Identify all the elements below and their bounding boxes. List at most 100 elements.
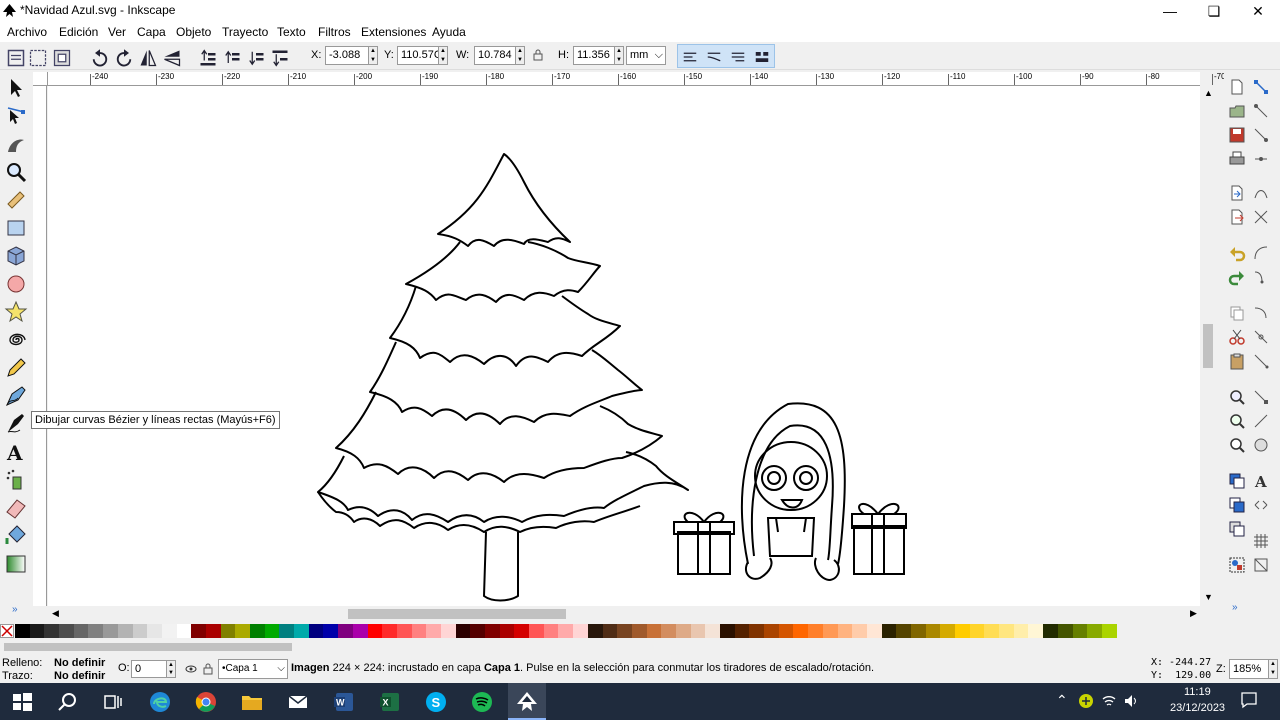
x-field[interactable]: -3.088 bbox=[325, 46, 369, 65]
windows-start-icon[interactable] bbox=[10, 690, 34, 714]
scale-corners-icon[interactable] bbox=[704, 47, 724, 67]
opacity-field[interactable]: 0 bbox=[131, 660, 167, 678]
color-swatch[interactable] bbox=[822, 624, 838, 638]
color-swatch[interactable] bbox=[411, 624, 427, 638]
color-swatch[interactable] bbox=[734, 624, 750, 638]
color-swatch[interactable] bbox=[396, 624, 412, 638]
spotify-icon[interactable] bbox=[470, 690, 494, 714]
raise-to-top-icon[interactable] bbox=[198, 48, 218, 68]
color-swatch[interactable] bbox=[720, 624, 735, 638]
scroll-right-icon[interactable]: ▶ bbox=[1190, 608, 1197, 619]
snap-grid-icon[interactable] bbox=[1252, 388, 1270, 406]
lock-icon[interactable] bbox=[533, 49, 543, 61]
color-swatch[interactable] bbox=[470, 624, 485, 638]
3d-box-tool-icon[interactable] bbox=[4, 244, 28, 268]
pencil-tool-icon[interactable] bbox=[4, 356, 28, 380]
snap-intersections-icon[interactable] bbox=[1252, 208, 1270, 226]
color-swatch[interactable] bbox=[220, 624, 236, 638]
opacity-stepper[interactable]: ▲ ▼ bbox=[166, 660, 176, 678]
search-icon[interactable] bbox=[56, 690, 80, 714]
color-swatch[interactable] bbox=[587, 624, 603, 638]
color-swatch[interactable] bbox=[485, 624, 500, 638]
color-swatch[interactable] bbox=[749, 624, 765, 638]
redo-icon[interactable] bbox=[1228, 268, 1246, 286]
color-swatch[interactable] bbox=[852, 624, 867, 638]
open-icon[interactable] bbox=[1228, 102, 1246, 120]
copy-icon[interactable] bbox=[1228, 304, 1246, 322]
color-swatch[interactable] bbox=[1087, 624, 1102, 638]
menu-filtros[interactable]: Filtros bbox=[318, 25, 351, 39]
color-swatch[interactable] bbox=[793, 624, 809, 638]
zoom-page-icon[interactable] bbox=[1228, 436, 1246, 454]
color-swatch[interactable] bbox=[308, 624, 324, 638]
snap-bbox-icon[interactable] bbox=[1252, 102, 1270, 120]
snap-midpoints-icon[interactable] bbox=[1252, 150, 1270, 168]
color-swatch[interactable] bbox=[117, 624, 133, 638]
snap-paths-icon[interactable] bbox=[1252, 184, 1270, 202]
network-icon[interactable] bbox=[1101, 693, 1117, 709]
scale-stroke-icon[interactable] bbox=[680, 47, 700, 67]
align-grid-icon[interactable] bbox=[1252, 532, 1270, 550]
export-icon[interactable] bbox=[1228, 208, 1246, 226]
stroke-value[interactable]: No definir bbox=[54, 670, 105, 682]
color-swatch[interactable] bbox=[15, 624, 30, 638]
measure-tool-icon[interactable] bbox=[4, 188, 28, 212]
zoom-stepper[interactable]: ▲ ▼ bbox=[1268, 659, 1278, 679]
color-swatch[interactable] bbox=[969, 624, 985, 638]
node-tool-icon[interactable] bbox=[4, 104, 28, 128]
color-swatch[interactable] bbox=[543, 624, 559, 638]
menu-archivo[interactable]: Archivo bbox=[7, 25, 47, 39]
color-swatch[interactable] bbox=[426, 624, 441, 638]
transform-gradients-icon[interactable] bbox=[728, 47, 748, 67]
paint-bucket-tool-icon[interactable] bbox=[4, 524, 28, 548]
pen-tool-icon[interactable] bbox=[4, 384, 28, 408]
color-swatch[interactable] bbox=[778, 624, 794, 638]
color-swatch[interactable] bbox=[690, 624, 706, 638]
rotate-ccw-icon[interactable] bbox=[90, 48, 110, 68]
y-field[interactable]: 110.57C bbox=[397, 46, 442, 65]
w-stepper[interactable]: ▲ ▼ bbox=[515, 46, 525, 65]
calligraphy-tool-icon[interactable] bbox=[4, 412, 28, 436]
unlink-clone-icon[interactable] bbox=[1228, 520, 1246, 538]
color-swatch[interactable] bbox=[910, 624, 926, 638]
flip-vertical-icon[interactable] bbox=[162, 48, 182, 68]
close-button[interactable]: ✕ bbox=[1236, 0, 1280, 22]
save-icon[interactable] bbox=[1228, 126, 1246, 144]
h-field[interactable]: 11.356 bbox=[573, 46, 615, 65]
maximize-button[interactable]: ❏ bbox=[1192, 0, 1236, 22]
color-swatch[interactable] bbox=[1028, 624, 1044, 638]
layer-lock-icon[interactable] bbox=[203, 663, 213, 675]
color-swatch[interactable] bbox=[29, 624, 45, 638]
color-swatch[interactable] bbox=[896, 624, 911, 638]
color-swatch[interactable] bbox=[881, 624, 897, 638]
color-swatch[interactable] bbox=[73, 624, 89, 638]
menu-extensiones[interactable]: Extensiones bbox=[361, 25, 426, 39]
select-all-icon[interactable] bbox=[6, 48, 26, 68]
text-font-icon[interactable]: A bbox=[1252, 472, 1270, 490]
color-swatch[interactable] bbox=[661, 624, 676, 638]
selector-tool-icon[interactable] bbox=[4, 76, 28, 100]
color-swatch[interactable] bbox=[294, 624, 309, 638]
color-swatch[interactable] bbox=[103, 624, 118, 638]
color-swatch[interactable] bbox=[161, 624, 177, 638]
undo-icon[interactable] bbox=[1228, 244, 1246, 262]
color-swatch[interactable] bbox=[646, 624, 662, 638]
color-swatch[interactable] bbox=[88, 624, 104, 638]
color-swatch[interactable] bbox=[191, 624, 206, 638]
zoom-drawing-icon[interactable] bbox=[1228, 412, 1246, 430]
color-swatch[interactable] bbox=[808, 624, 823, 638]
color-swatch[interactable] bbox=[940, 624, 955, 638]
minimize-button[interactable]: — bbox=[1148, 0, 1192, 22]
rectangle-tool-icon[interactable] bbox=[4, 216, 28, 240]
vertical-scroll-thumb[interactable] bbox=[1203, 324, 1213, 368]
palette-scrollbar[interactable] bbox=[0, 640, 1280, 654]
menu-ver[interactable]: Ver bbox=[108, 25, 126, 39]
color-swatch[interactable] bbox=[1043, 624, 1058, 638]
clone-icon[interactable] bbox=[1228, 496, 1246, 514]
snap-nodes-icon[interactable] bbox=[1252, 126, 1270, 144]
color-swatch[interactable] bbox=[59, 624, 74, 638]
mail-icon[interactable] bbox=[286, 690, 310, 714]
horizontal-scroll-thumb[interactable] bbox=[348, 609, 566, 619]
color-swatch[interactable] bbox=[250, 624, 265, 638]
color-swatch[interactable] bbox=[617, 624, 632, 638]
